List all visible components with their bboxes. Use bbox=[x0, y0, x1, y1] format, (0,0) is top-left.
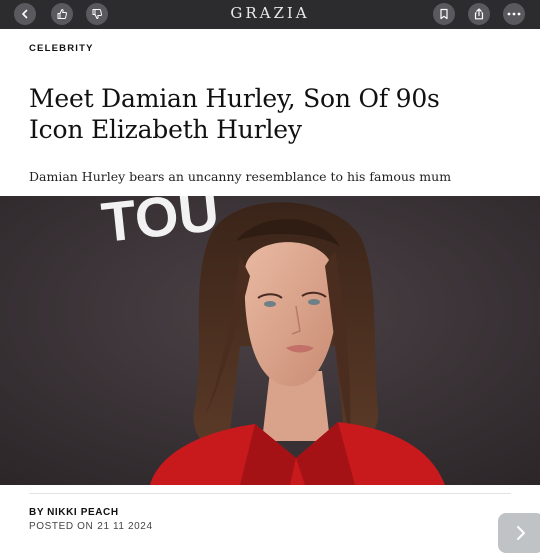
next-article-button[interactable] bbox=[498, 513, 540, 553]
author-byline: BY NIKKI PEACH bbox=[29, 507, 119, 518]
author-name[interactable]: NIKKI PEACH bbox=[47, 507, 119, 518]
posted-date-value: 21 11 2024 bbox=[97, 521, 153, 532]
brand-logo: GRAZIA bbox=[230, 4, 310, 22]
hero-image: TOU bbox=[0, 196, 540, 485]
share-button[interactable] bbox=[468, 3, 490, 25]
article-standfirst: Damian Hurley bears an uncanny resemblan… bbox=[29, 169, 452, 184]
byline-prefix: BY bbox=[29, 507, 45, 518]
article-category[interactable]: CELEBRITY bbox=[29, 43, 94, 54]
bookmark-icon bbox=[440, 8, 448, 20]
posted-date: POSTED ON 21 11 2024 bbox=[29, 521, 153, 532]
hero-portrait: TOU bbox=[0, 196, 540, 485]
more-options-button[interactable] bbox=[503, 3, 525, 25]
posted-prefix: POSTED ON bbox=[29, 521, 94, 532]
bookmark-button[interactable] bbox=[433, 3, 455, 25]
top-toolbar: GRAZIA bbox=[0, 0, 540, 29]
chevron-right-icon bbox=[517, 526, 525, 540]
divider bbox=[29, 493, 511, 494]
share-icon bbox=[474, 8, 484, 20]
article-headline: Meet Damian Hurley, Son Of 90s Icon Eliz… bbox=[29, 84, 440, 144]
more-icon bbox=[507, 12, 521, 16]
